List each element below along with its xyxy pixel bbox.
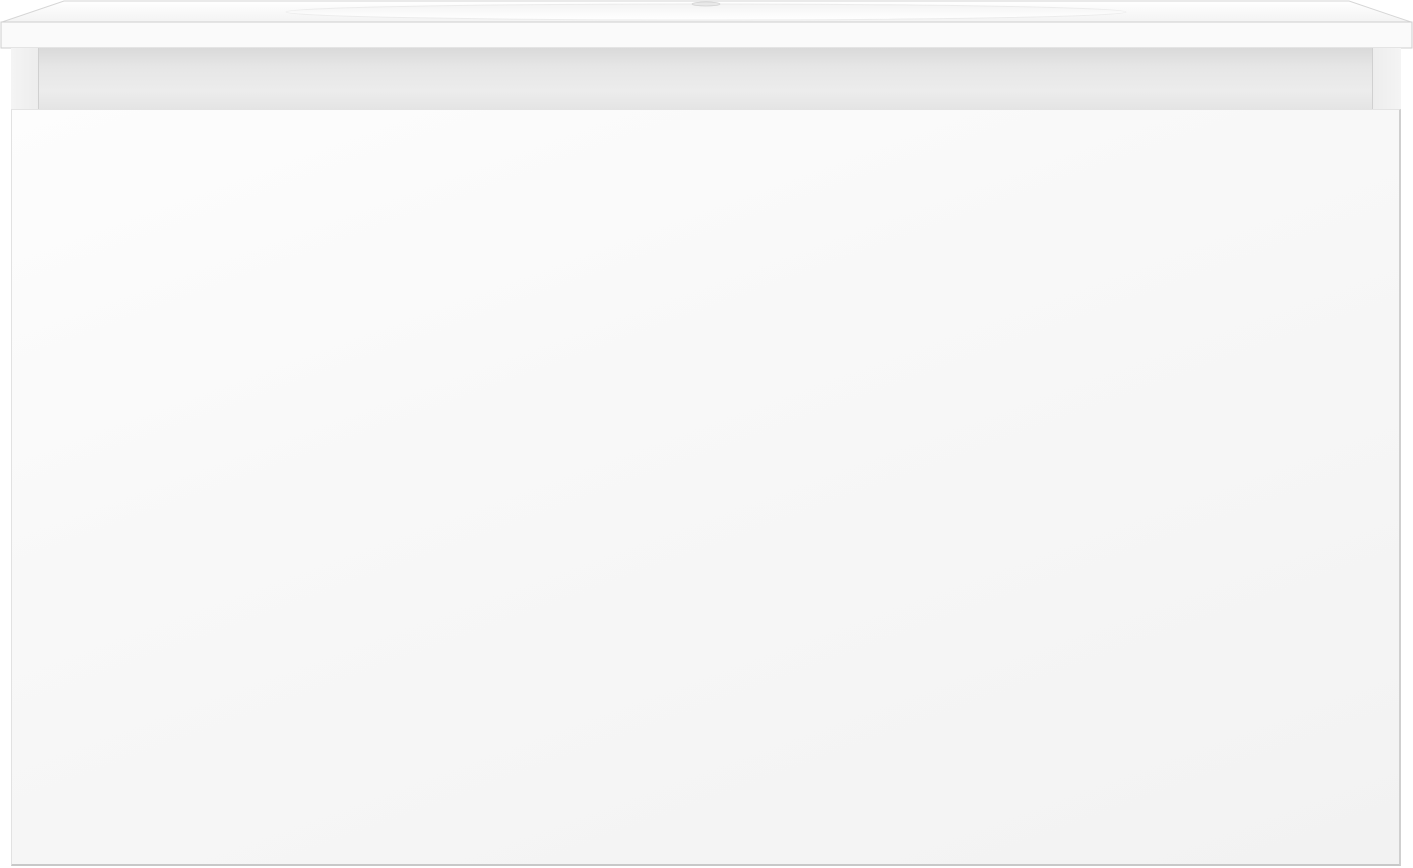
basin-front-edge bbox=[0, 21, 1413, 49]
cabinet-side-left bbox=[11, 48, 39, 110]
vanity-unit bbox=[0, 0, 1413, 868]
drawer-front bbox=[11, 109, 1401, 866]
handle-recess bbox=[11, 48, 1401, 110]
cabinet-side-right bbox=[1372, 48, 1401, 110]
washbasin-top bbox=[0, 0, 1413, 50]
tap-hole bbox=[691, 1, 721, 7]
